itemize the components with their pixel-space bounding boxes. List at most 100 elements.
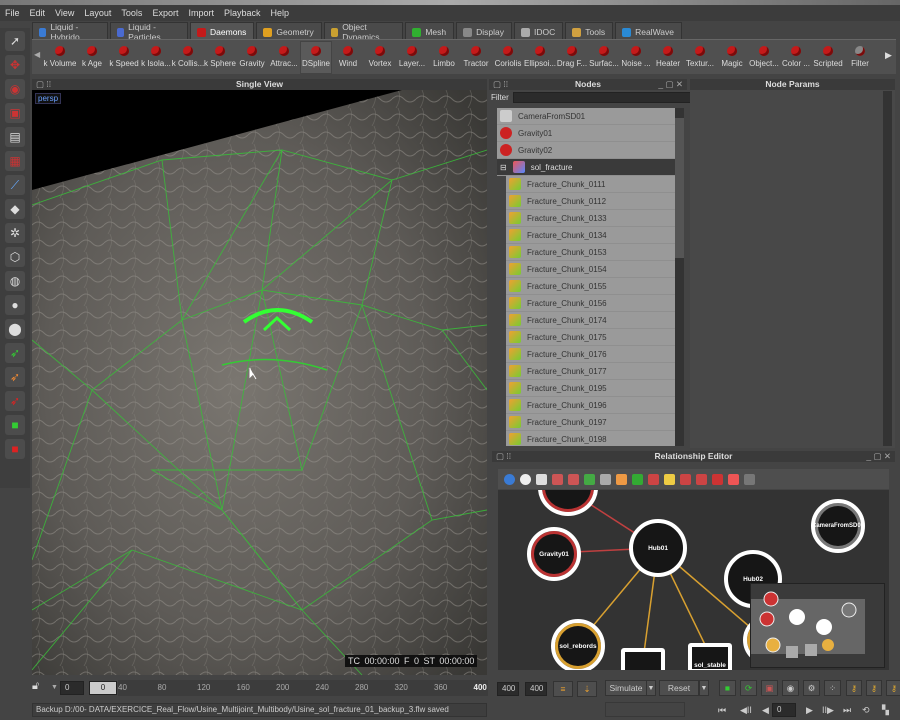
- daemon-coriolis[interactable]: Coriolis: [492, 41, 524, 74]
- daemon-scripted[interactable]: Scripted: [812, 41, 844, 74]
- tab-object-dynamics[interactable]: Object Dynamics: [323, 22, 404, 42]
- daemon-vortex[interactable]: Vortex: [364, 41, 396, 74]
- frame-icon[interactable]: [536, 473, 547, 485]
- step-back-icon[interactable]: ◀II: [740, 705, 752, 716]
- node-list-scrollbar[interactable]: [675, 108, 684, 446]
- daemon-ellipsoi[interactable]: Ellipsoi...: [524, 41, 556, 74]
- daemon-k-volume[interactable]: k Volume: [44, 41, 76, 74]
- scale-tool-icon[interactable]: ▣: [5, 103, 25, 123]
- eye-icon[interactable]: ◉: [782, 680, 799, 696]
- reset-button[interactable]: Reset: [659, 680, 699, 696]
- daemon-tractor[interactable]: Tractor: [460, 41, 492, 74]
- key-remove-icon[interactable]: ⚷: [886, 680, 900, 696]
- object-tool-icon[interactable]: ▤: [5, 127, 25, 147]
- end-frame-field[interactable]: 400: [497, 682, 519, 696]
- axis-icon[interactable]: [744, 473, 755, 485]
- arrange-icon[interactable]: [648, 473, 659, 485]
- color-grid-icon[interactable]: [728, 473, 739, 485]
- daemon-drag-f[interactable]: Drag F...: [556, 41, 588, 74]
- menu-export[interactable]: Export: [152, 8, 178, 18]
- connect-all-icon[interactable]: [680, 473, 691, 485]
- node-list-item[interactable]: Fracture_Chunk_0198: [506, 431, 675, 446]
- simulate-button[interactable]: Simulate: [605, 680, 647, 696]
- play-icon[interactable]: ▶: [806, 705, 813, 716]
- hub-icon[interactable]: [712, 473, 723, 485]
- relationship-node-sol-stable[interactable]: sol_stable: [688, 643, 732, 670]
- node-list-item[interactable]: CameraFromSD01: [497, 108, 675, 125]
- daemon-color[interactable]: Color ...: [780, 41, 812, 74]
- remove-link-icon[interactable]: [584, 473, 595, 485]
- red-rocket-icon[interactable]: ➶: [5, 391, 25, 411]
- note-icon[interactable]: [664, 473, 675, 485]
- cube-shading-icon[interactable]: ◆: [5, 199, 25, 219]
- cache-down-icon[interactable]: ⇣: [577, 681, 597, 697]
- relationship-node-gravity[interactable]: Gravity01: [527, 527, 581, 581]
- node-list-item[interactable]: Fracture_Chunk_0134: [506, 227, 675, 244]
- reset-dropdown-icon[interactable]: ▼: [699, 680, 709, 696]
- lock-dropdown-icon[interactable]: ▼: [51, 684, 58, 691]
- daemon-k-age[interactable]: k Age: [76, 41, 108, 74]
- 3d-scene[interactable]: [32, 90, 487, 675]
- play-back-icon[interactable]: ◀: [762, 705, 769, 716]
- toolbar-scroll-right-icon[interactable]: ▶: [885, 50, 892, 61]
- save-green-icon[interactable]: ■: [5, 415, 25, 435]
- key-icon[interactable]: ⚷: [846, 680, 862, 696]
- sphere-icon[interactable]: ●: [5, 295, 25, 315]
- node-list-item[interactable]: Fracture_Chunk_0112: [506, 193, 675, 210]
- node-list-item[interactable]: Gravity02: [497, 142, 675, 159]
- node-list-item[interactable]: Fracture_Chunk_0197: [506, 414, 675, 431]
- refresh-icon[interactable]: [520, 473, 531, 485]
- select-tool-icon[interactable]: ➚: [5, 31, 25, 51]
- tab-liquid-hybrido[interactable]: Liquid - Hybrido: [32, 22, 108, 42]
- wire-sphere-icon[interactable]: ◍: [5, 271, 25, 291]
- tab-realwave[interactable]: RealWave: [615, 22, 682, 39]
- daemon-magic[interactable]: Magic: [716, 41, 748, 74]
- render-icon[interactable]: ▚: [882, 705, 889, 716]
- step-forward-icon[interactable]: II▶: [822, 705, 834, 716]
- relationship-node-square[interactable]: [621, 648, 665, 670]
- relationship-canvas[interactable]: Gravity01 Hub01 Hub02 CameraFromSD01 sol…: [498, 490, 889, 670]
- relationship-node-camera[interactable]: CameraFromSD01: [811, 499, 865, 553]
- smooth-sphere-icon[interactable]: ⬤: [5, 319, 25, 339]
- zoom-fit-icon[interactable]: [600, 473, 611, 485]
- daemon-filter[interactable]: Filter: [844, 41, 876, 74]
- relationship-node-sol-rebords[interactable]: sol_rebords: [551, 619, 605, 670]
- daemon-k-isola[interactable]: k Isola...: [140, 41, 172, 74]
- daemon-textur[interactable]: Textur...: [684, 41, 716, 74]
- daemon-layer[interactable]: Layer...: [396, 41, 428, 74]
- tab-liquid-particles[interactable]: Liquid - Particles: [109, 22, 189, 42]
- node-list-item[interactable]: Fracture_Chunk_0177: [506, 363, 675, 380]
- menu-help[interactable]: Help: [271, 8, 290, 18]
- last-frame-icon[interactable]: ⏭: [843, 705, 851, 716]
- first-frame-icon[interactable]: ⏮: [718, 705, 726, 716]
- particles-icon[interactable]: ⁘: [824, 680, 841, 696]
- menu-file[interactable]: File: [5, 8, 20, 18]
- camera-label[interactable]: persp: [35, 93, 62, 104]
- tab-daemons[interactable]: Daemons: [190, 22, 255, 39]
- daemon-k-collis[interactable]: k Collis...: [172, 41, 204, 74]
- timeline-ruler[interactable]: 40 80 120 160 200 240 280 320 360 400: [118, 680, 488, 696]
- simulate-dropdown-icon[interactable]: ▼: [646, 680, 656, 696]
- node-list-item[interactable]: Fracture_Chunk_0174: [506, 312, 675, 329]
- daemon-k-sphere[interactable]: k Sphere: [204, 41, 236, 74]
- menu-view[interactable]: View: [55, 8, 74, 18]
- layout-icon[interactable]: [632, 473, 643, 485]
- node-list-item[interactable]: Fracture_Chunk_0196: [506, 397, 675, 414]
- daemon-object[interactable]: Object...: [748, 41, 780, 74]
- link-tool-icon[interactable]: ▦: [5, 151, 25, 171]
- params-scrollbar[interactable]: [883, 91, 892, 446]
- tab-tools[interactable]: Tools: [565, 22, 614, 39]
- orange-rocket-icon[interactable]: ➶: [5, 367, 25, 387]
- daemon-surfac[interactable]: Surfac...: [588, 41, 620, 74]
- disconnect-all-icon[interactable]: [696, 473, 707, 485]
- node-list-item[interactable]: Fracture_Chunk_0154: [506, 261, 675, 278]
- add-node-icon[interactable]: [504, 473, 515, 485]
- start-frame-field[interactable]: 0: [60, 681, 84, 695]
- reload-icon[interactable]: ⟳: [740, 680, 757, 696]
- filter-input[interactable]: [512, 91, 692, 103]
- daemon-k-speed[interactable]: k Speed: [108, 41, 140, 74]
- node-list-item[interactable]: Fracture_Chunk_0175: [506, 329, 675, 346]
- wire-cube-icon[interactable]: ⬡: [5, 247, 25, 267]
- playback-frame-field[interactable]: 0: [772, 703, 796, 717]
- daemon-limbo[interactable]: Limbo: [428, 41, 460, 74]
